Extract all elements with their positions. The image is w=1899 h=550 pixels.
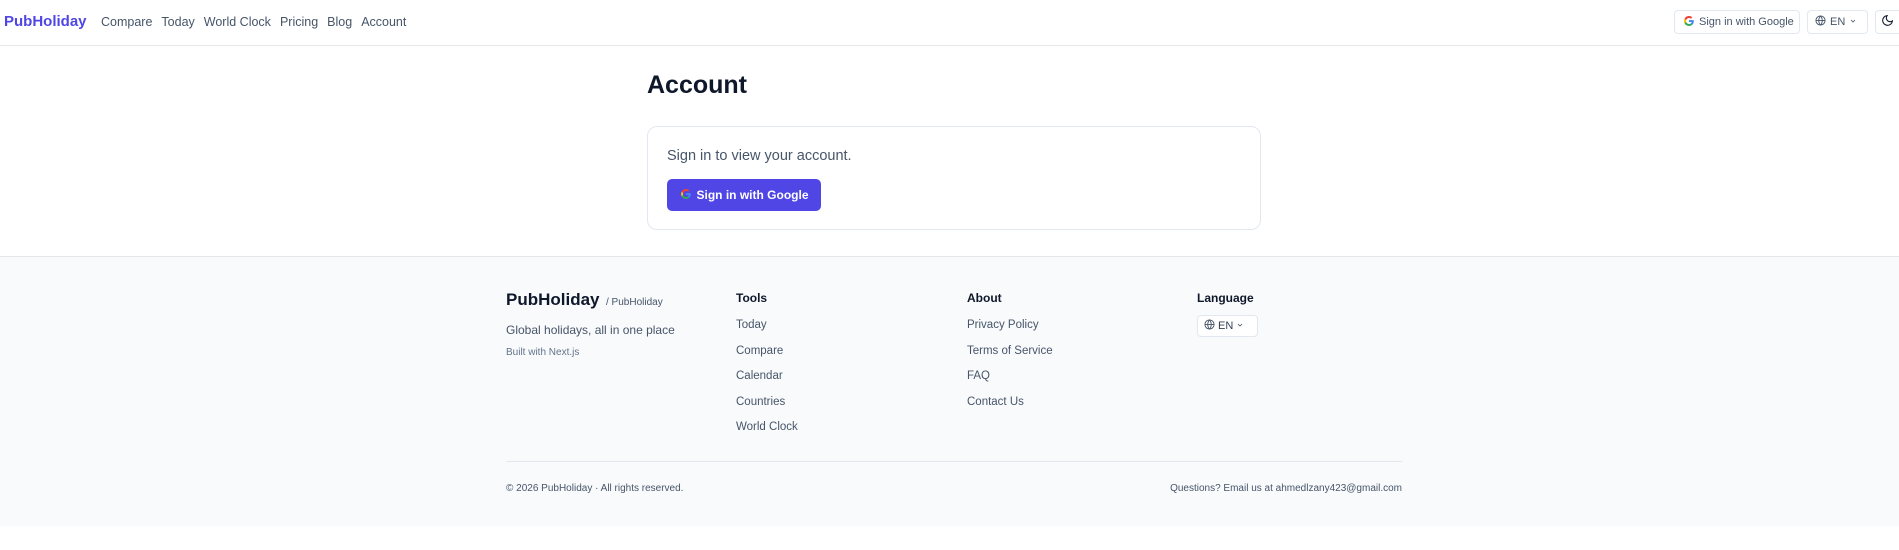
moon-icon — [1881, 14, 1894, 30]
footer-handle: / PubHoliday — [606, 297, 663, 308]
theme-toggle-button[interactable] — [1875, 10, 1899, 34]
nav-compare[interactable]: Compare — [101, 15, 152, 29]
nav-world-clock[interactable]: World Clock — [204, 15, 271, 29]
sign-in-google-button[interactable]: Sign in with Google — [667, 179, 821, 211]
brand-logo[interactable]: PubHoliday — [4, 13, 87, 30]
header-actions: Sign in with Google EN — [1674, 10, 1899, 34]
footer-link-today[interactable]: Today — [736, 318, 798, 333]
footer-about-links: Privacy Policy Terms of Service FAQ Cont… — [967, 318, 1053, 409]
chevron-down-icon — [1849, 16, 1857, 28]
footer-link-privacy[interactable]: Privacy Policy — [967, 318, 1053, 333]
top-header: PubHoliday Compare Today World Clock Pri… — [0, 0, 1899, 46]
sign-in-google-label: Sign in with Google — [696, 188, 809, 202]
main-nav: Compare Today World Clock Pricing Blog A… — [101, 15, 406, 29]
footer-tagline: Global holidays, all in one place — [506, 323, 675, 337]
nav-pricing[interactable]: Pricing — [280, 15, 318, 29]
footer-built-with: Built with Next.js — [506, 347, 580, 358]
globe-icon — [1204, 319, 1215, 333]
google-icon — [680, 188, 692, 203]
footer-divider — [506, 461, 1402, 462]
globe-icon — [1815, 15, 1826, 29]
header-sign-in-label: Sign in with Google — [1699, 16, 1794, 28]
footer-language-value: EN — [1218, 320, 1234, 332]
site-footer: PubHoliday / PubHoliday Global holidays,… — [0, 256, 1899, 526]
footer-contact[interactable]: Questions? Email us at ahmedlzany423@gma… — [1170, 483, 1402, 494]
sign-in-prompt: Sign in to view your account. — [667, 148, 852, 164]
header-sign-in-button[interactable]: Sign in with Google — [1674, 10, 1800, 34]
footer-copyright: © 2026 PubHoliday · All rights reserved. — [506, 483, 684, 494]
footer-brand[interactable]: PubHoliday — [506, 290, 600, 310]
footer-link-world-clock[interactable]: World Clock — [736, 420, 798, 435]
google-icon — [1683, 15, 1695, 30]
nav-blog[interactable]: Blog — [327, 15, 352, 29]
footer-language-select[interactable]: EN — [1197, 315, 1258, 337]
footer-language-title: Language — [1197, 291, 1254, 305]
footer-link-faq[interactable]: FAQ — [967, 369, 1053, 384]
footer-tools-links: Today Compare Calendar Countries World C… — [736, 318, 798, 435]
header-language-select[interactable]: EN — [1807, 10, 1868, 34]
footer-link-calendar[interactable]: Calendar — [736, 369, 798, 384]
footer-about-title: About — [967, 291, 1002, 305]
header-language-value: EN — [1830, 16, 1846, 28]
nav-today[interactable]: Today — [161, 15, 194, 29]
footer-link-terms[interactable]: Terms of Service — [967, 344, 1053, 359]
footer-link-countries[interactable]: Countries — [736, 395, 798, 410]
footer-tools-title: Tools — [736, 291, 768, 305]
nav-account[interactable]: Account — [361, 15, 406, 29]
footer-link-compare[interactable]: Compare — [736, 344, 798, 359]
account-card: Sign in to view your account. Sign in wi… — [647, 126, 1261, 230]
page-title: Account — [647, 71, 747, 99]
chevron-down-icon — [1236, 320, 1244, 332]
footer-link-contact[interactable]: Contact Us — [967, 395, 1053, 410]
